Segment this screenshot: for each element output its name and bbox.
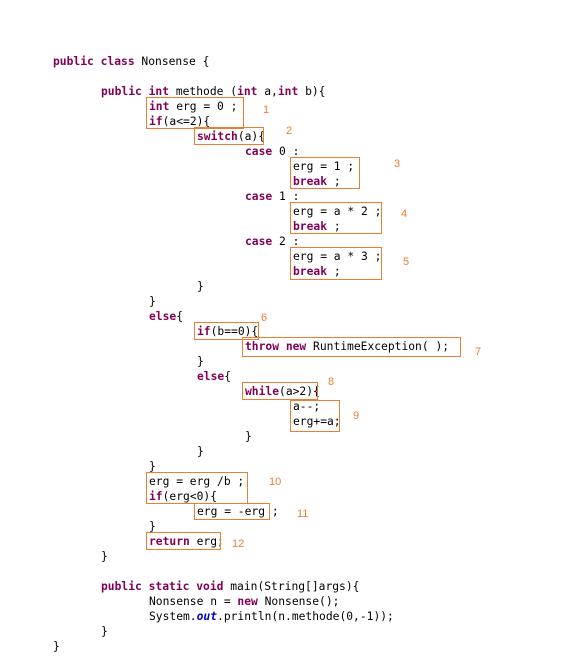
annotation-box-9	[290, 400, 340, 432]
code-line-else: else{	[197, 369, 231, 384]
annotation-box-12	[146, 532, 221, 550]
static-field: out	[196, 610, 218, 623]
annotation-number-6: 6	[261, 312, 268, 324]
annotation-number-1: 1	[263, 104, 270, 116]
code-text: main(String[]args){	[223, 580, 360, 593]
code-line-else: else{	[149, 309, 183, 324]
code-line-brace: }	[101, 550, 108, 563]
code-text: Nonsense n =	[149, 595, 238, 608]
code-line-brace: }	[197, 355, 204, 368]
keyword: case	[245, 145, 273, 158]
code-text: .println(n.methode(0,-1));	[217, 610, 394, 623]
code-text: a,	[257, 85, 278, 98]
annotation-box-2	[194, 127, 264, 145]
annotation-box-4	[290, 202, 382, 234]
annotation-box-11	[194, 503, 270, 520]
annotation-box-8	[242, 382, 318, 400]
annotation-number-9: 9	[353, 410, 360, 422]
code-text: {	[176, 310, 184, 323]
annotation-box-3	[290, 157, 360, 189]
keyword: public static void	[101, 580, 224, 593]
keyword: int	[277, 85, 299, 98]
code-text: System.	[149, 610, 197, 623]
code-line-brace: }	[197, 445, 204, 458]
annotation-box-5	[290, 247, 382, 280]
code-text: b){	[298, 85, 326, 98]
keyword: public class	[53, 55, 135, 68]
code-line-new-nonsense: Nonsense n = new Nonsense();	[149, 594, 339, 609]
code-line-println: System.out.println(n.methode(0,-1));	[149, 609, 394, 624]
code-line-brace: }	[245, 430, 252, 443]
class-name: Nonsense {	[134, 55, 210, 68]
annotation-number-5: 5	[403, 256, 410, 268]
annotation-number-12: 12	[232, 538, 245, 550]
annotation-number-7: 7	[475, 346, 482, 358]
annotation-box-10	[146, 472, 248, 504]
keyword: case	[245, 235, 273, 248]
keyword: case	[245, 190, 273, 203]
code-line-brace: }	[101, 625, 108, 638]
code-line-brace: }	[53, 640, 60, 653]
code-text: Nonsense();	[257, 595, 340, 608]
annotation-number-11: 11	[297, 508, 309, 520]
keyword: else	[149, 310, 177, 323]
annotation-number-4: 4	[401, 208, 408, 220]
keyword: public	[101, 85, 142, 98]
annotation-number-3: 3	[394, 158, 401, 170]
keyword: else	[197, 370, 225, 383]
keyword: new	[237, 595, 258, 608]
annotation-number-8: 8	[328, 376, 335, 388]
code-line-brace: }	[149, 295, 156, 308]
annotation-box-1	[146, 97, 244, 129]
annotation-number-2: 2	[286, 125, 293, 137]
annotation-number-10: 10	[269, 476, 282, 488]
main-signature: public static void main(String[]args){	[101, 579, 359, 594]
code-line-brace: }	[197, 280, 204, 293]
class-declaration: public class Nonsense {	[53, 54, 209, 69]
code-text: {	[224, 370, 232, 383]
annotation-box-7	[242, 337, 461, 357]
